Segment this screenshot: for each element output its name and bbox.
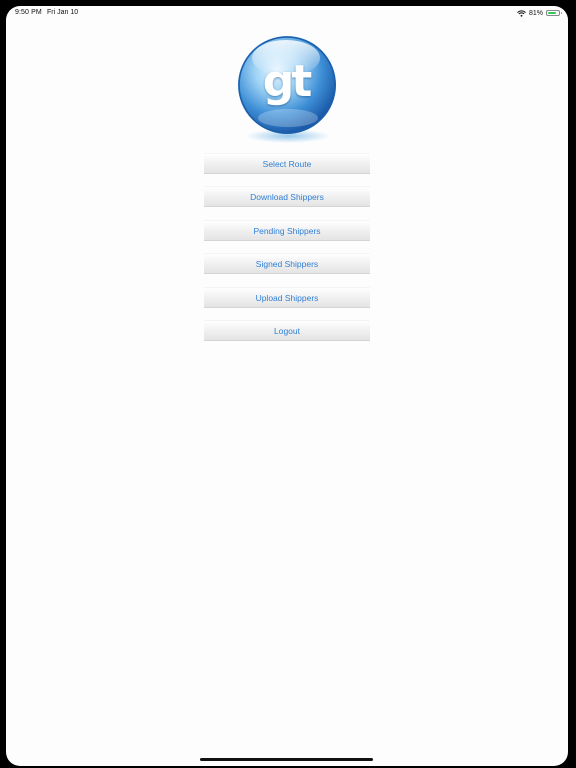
battery-level-fill: [548, 12, 557, 14]
logout-button[interactable]: Logout: [204, 319, 370, 341]
status-time: 9:50 PM: [15, 9, 42, 16]
select-route-button[interactable]: Select Route: [204, 153, 370, 174]
status-bar: 9:50 PM Fri Jan 10 81%: [6, 6, 568, 20]
signed-shippers-button[interactable]: Signed Shippers: [204, 253, 370, 275]
status-right-group: 81%: [517, 8, 562, 18]
gt-globe-logo: gt: [236, 30, 340, 146]
pending-shippers-button[interactable]: Pending Shippers: [204, 219, 370, 241]
home-indicator[interactable]: [200, 758, 373, 761]
screen: 9:50 PM Fri Jan 10 81% gt Select Route D…: [6, 6, 568, 766]
device-frame: 9:50 PM Fri Jan 10 81% gt Select Route D…: [0, 0, 576, 768]
battery-percent: 81%: [528, 9, 543, 17]
battery-icon: [546, 10, 562, 16]
upload-shippers-button[interactable]: Upload Shippers: [204, 286, 370, 308]
status-date: Fri Jan 10: [47, 9, 79, 16]
logo-text: gt: [262, 56, 313, 107]
main-menu: Select Route Download Shippers Pending S…: [204, 153, 370, 353]
wifi-icon: [517, 9, 526, 17]
download-shippers-button[interactable]: Download Shippers: [204, 186, 370, 208]
